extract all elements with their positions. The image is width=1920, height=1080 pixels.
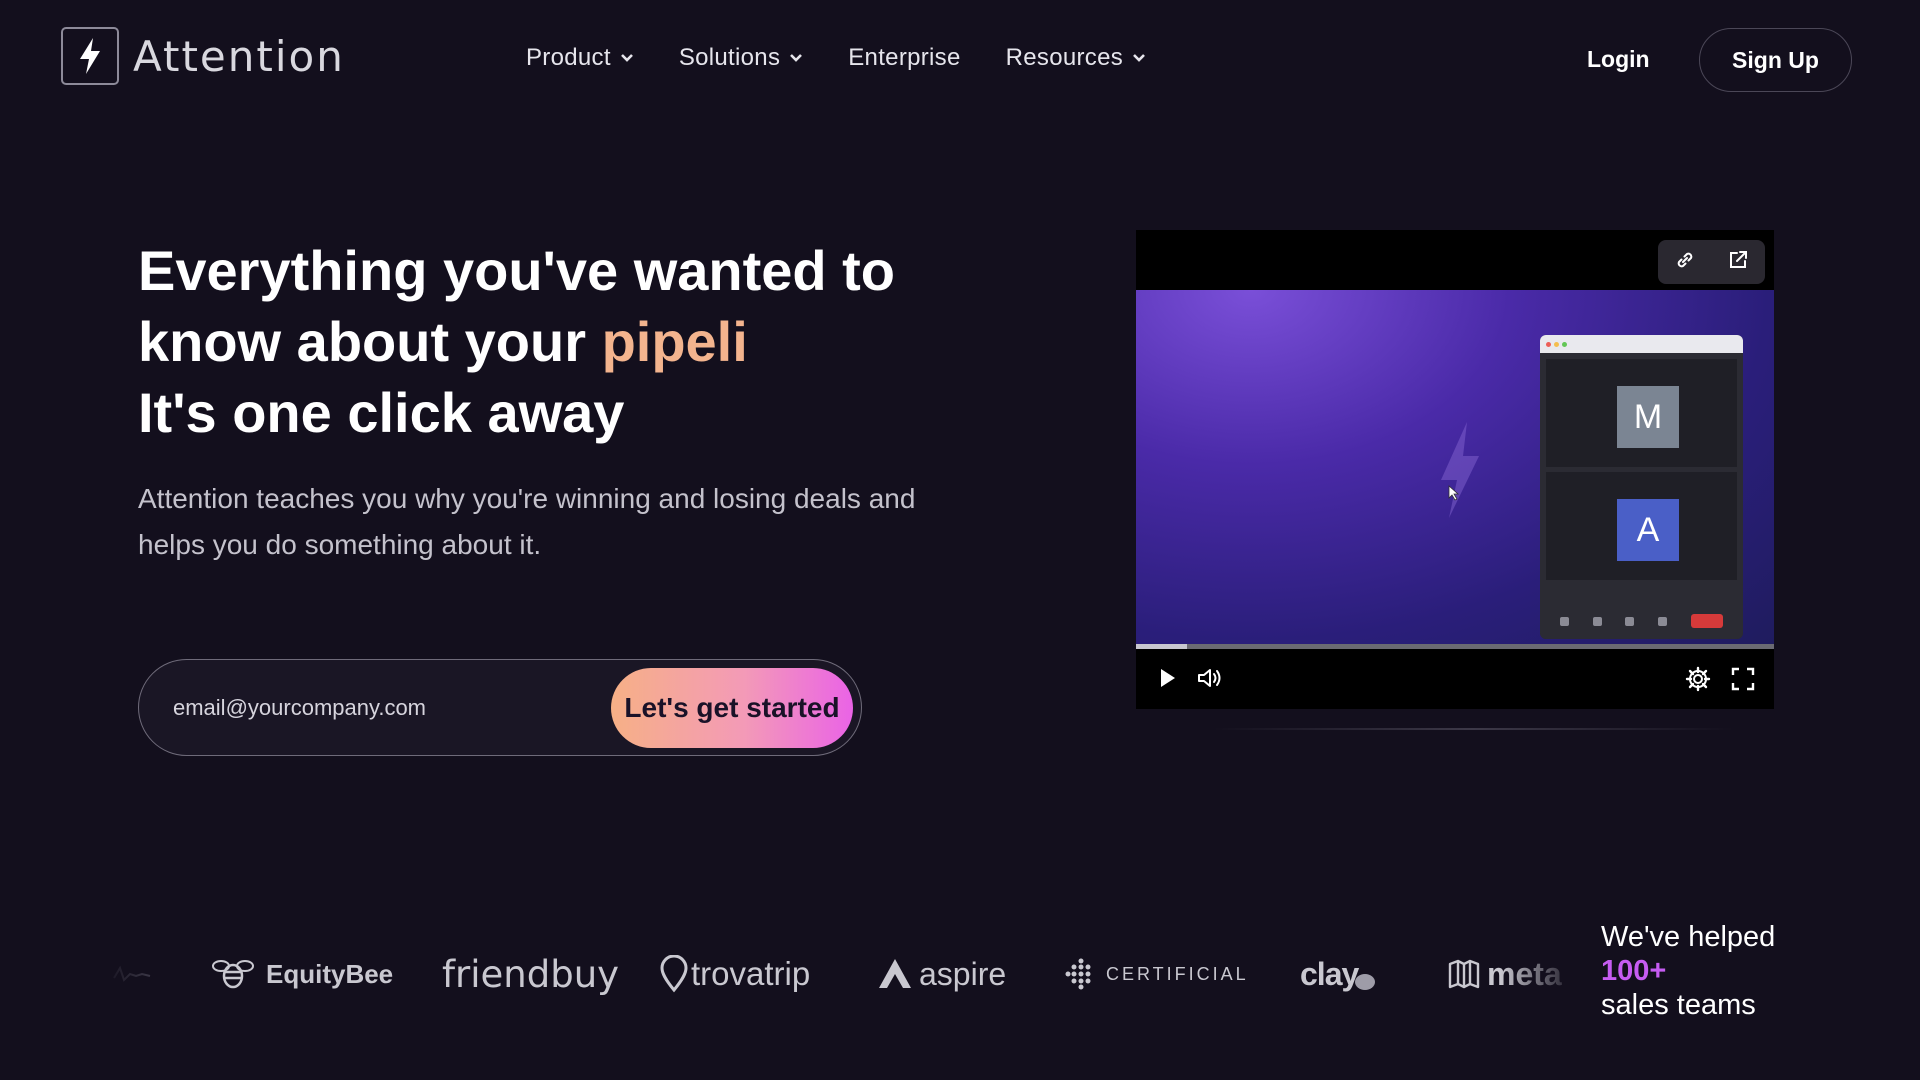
- bolt-logo-icon: [61, 27, 119, 85]
- end-call-button: [1691, 614, 1724, 628]
- volume-icon[interactable]: [1196, 666, 1224, 690]
- menu-product[interactable]: Product: [526, 44, 634, 72]
- settings-icon[interactable]: [1685, 666, 1711, 692]
- menu-solutions-label: Solutions: [678, 44, 781, 71]
- aspire-mark-icon: [879, 959, 911, 988]
- link-icon[interactable]: [1673, 248, 1697, 277]
- hero-title: Everything you've wanted to know about y…: [138, 235, 998, 448]
- menu-product-label: Product: [526, 44, 611, 71]
- email-input[interactable]: [173, 690, 593, 726]
- clay-logo: clay: [1300, 944, 1376, 1004]
- hero-line-1: Everything you've wanted to: [138, 239, 896, 302]
- video-share-buttons: [1658, 240, 1765, 284]
- hero-typing-word: pipeli: [601, 310, 748, 373]
- social-proof: We've helped 100+ sales teams: [1601, 920, 1775, 1022]
- participant-avatar: M: [1617, 386, 1679, 448]
- more-icon: [1658, 616, 1668, 626]
- video-divider: [1213, 728, 1733, 730]
- menu-enterprise[interactable]: Enterprise: [848, 44, 960, 72]
- logos-fade-left: [100, 930, 190, 1020]
- external-link-icon[interactable]: [1726, 248, 1750, 277]
- video-frame[interactable]: M A: [1136, 290, 1774, 644]
- logos-fade-right: [1500, 930, 1610, 1020]
- main-menu: Product Solutions Enterprise Resources: [526, 44, 1191, 72]
- menu-resources[interactable]: Resources: [1006, 44, 1146, 72]
- chevron-down-icon: [1132, 53, 1146, 63]
- bee-icon: [212, 960, 254, 989]
- pin-icon: [660, 955, 688, 993]
- meeting-window: M A: [1540, 335, 1743, 639]
- get-started-button[interactable]: Let's get started: [611, 668, 853, 748]
- certificial-logo: CERTIFICIAL: [1064, 944, 1249, 1004]
- participant-tile: A: [1546, 472, 1737, 580]
- participants-icon: [1625, 616, 1635, 626]
- brand-name: Attention: [133, 31, 345, 81]
- participant-tile: M: [1546, 359, 1737, 467]
- menu-resources-label: Resources: [1005, 44, 1124, 71]
- meeting-titlebar: [1540, 335, 1743, 353]
- meeting-controls: [1540, 603, 1743, 639]
- logo-friendbuy-text: friendbuy: [442, 952, 620, 996]
- social-proof-count: 100+: [1601, 955, 1667, 987]
- logo-certificial-text: CERTIFICIAL: [1106, 963, 1249, 984]
- trovatrip-logo: trovatrip: [659, 944, 810, 1004]
- dots-grid-icon: [1065, 958, 1091, 990]
- chevron-down-icon: [789, 53, 803, 63]
- video-top-bar: [1136, 230, 1774, 290]
- logo-trovatrip-text: trovatrip: [691, 955, 811, 992]
- logo-equitybee-text: EquityBee: [266, 958, 394, 989]
- social-proof-line-1: We've helped: [1601, 921, 1776, 953]
- chevron-down-icon: [620, 53, 634, 63]
- signup-button[interactable]: Sign Up: [1699, 28, 1852, 92]
- menu-enterprise-label: Enterprise: [848, 44, 961, 71]
- map-icon: [1448, 959, 1480, 989]
- play-icon[interactable]: [1156, 666, 1178, 690]
- top-nav: Attention Product Solutions Enterprise R…: [0, 0, 1920, 120]
- logo-clay-text: clay: [1300, 955, 1359, 992]
- social-proof-line-3: sales teams: [1601, 989, 1756, 1021]
- brand-logo[interactable]: Attention: [61, 27, 345, 85]
- aspire-logo: aspire: [877, 944, 1006, 1004]
- logo-aspire-text: aspire: [919, 955, 1007, 992]
- hero-subtitle: Attention teaches you why you're winning…: [138, 483, 916, 560]
- login-link[interactable]: Login: [1587, 46, 1650, 73]
- signup-form: Let's get started: [138, 659, 862, 756]
- hero-line-3: It's one click away: [138, 381, 625, 444]
- mic-icon: [1559, 616, 1569, 626]
- clay-blob-icon: [1355, 974, 1376, 990]
- bolt-watermark-icon: [1437, 422, 1481, 523]
- demo-video-player[interactable]: M A: [1136, 230, 1774, 709]
- customer-logos: EquityBee friendbuy trovatrip aspire CER…: [112, 944, 1602, 1004]
- participant-avatar: A: [1617, 499, 1679, 561]
- menu-solutions[interactable]: Solutions: [679, 44, 803, 72]
- hero-line-2-prefix: know about your: [138, 310, 602, 373]
- mouse-cursor-icon: [1448, 485, 1460, 506]
- video-controls: [1136, 649, 1774, 709]
- friendbuy-logo: friendbuy: [442, 944, 619, 1004]
- camera-icon: [1592, 616, 1602, 626]
- equitybee-logo: EquityBee: [212, 944, 393, 1004]
- fullscreen-icon[interactable]: [1730, 666, 1756, 692]
